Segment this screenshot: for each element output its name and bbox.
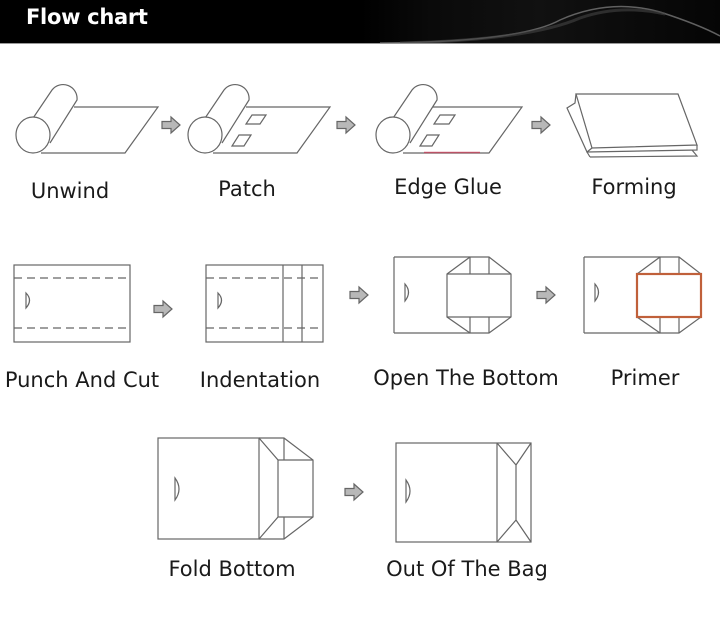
open-bottom-icon [393, 256, 512, 334]
step-label-out-of-the-bag: Out Of The Bag [386, 557, 548, 581]
step-label-edge-glue: Edge Glue [394, 175, 502, 199]
tube-forming-icon [566, 93, 699, 158]
roll-glue-icon [375, 83, 524, 154]
step-label-primer: Primer [610, 366, 680, 390]
arrow-icon [531, 116, 551, 134]
primer-icon [583, 256, 703, 334]
step-label-patch: Patch [218, 177, 276, 201]
step-label-punch-and-cut: Punch And Cut [4, 368, 160, 392]
flow-diagram [13, 83, 703, 543]
arrow-icon [536, 286, 556, 304]
roll-patch-icon [187, 83, 332, 154]
step-label-open-the-bottom: Open The Bottom [373, 366, 559, 390]
fold-bottom-icon [157, 437, 314, 540]
step-label-forming: Forming [591, 175, 677, 199]
punch-cut-icon [13, 264, 131, 343]
arrow-icon [349, 286, 369, 304]
finished-bag-icon [395, 442, 532, 543]
step-label-unwind: Unwind [30, 179, 110, 203]
arrow-icon [336, 116, 356, 134]
arrow-icon [161, 116, 181, 134]
arrow-icon [344, 483, 364, 501]
arrow-icon [153, 300, 173, 318]
roll-icon [15, 83, 160, 154]
indentation-icon [205, 264, 324, 343]
step-label-fold-bottom: Fold Bottom [168, 557, 296, 581]
step-label-indentation: Indentation [199, 368, 321, 392]
